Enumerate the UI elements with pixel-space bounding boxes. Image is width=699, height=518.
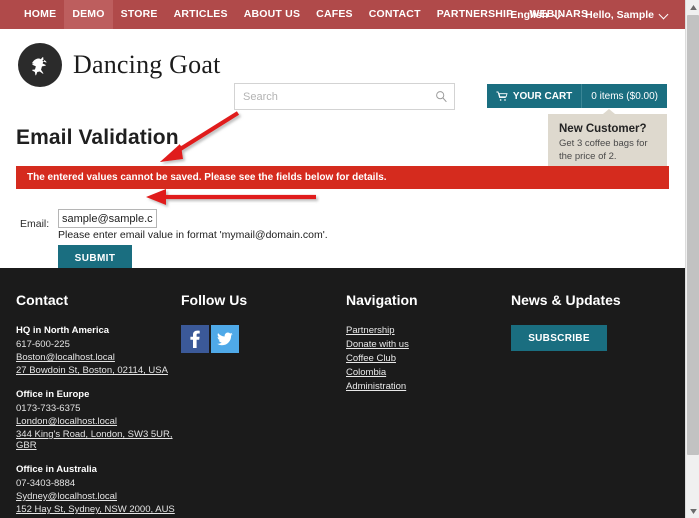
office-block: Office in Europe 0173-733-6375 London@lo… (16, 389, 181, 451)
nav-item-about-us[interactable]: ABOUT US (236, 0, 308, 29)
search-icon (435, 91, 447, 103)
subscribe-button[interactable]: SUBSCRIBE (511, 325, 607, 351)
form-error-banner: The entered values cannot be saved. Plea… (16, 166, 669, 189)
office-address-link[interactable]: 344 King's Road, London, SW3 5UR, GBR (16, 429, 181, 451)
chevron-down-icon (554, 10, 563, 19)
main-menu: HOME DEMO STORE ARTICLES ABOUT US CAFES … (16, 0, 596, 29)
office-name: Office in Europe (16, 389, 90, 400)
office-address-link[interactable]: 27 Bowdoin St, Boston, 02114, USA (16, 365, 181, 376)
top-bar-right: English Hello, Sample (510, 0, 669, 29)
site-logo[interactable]: Dancing Goat (18, 43, 221, 87)
facebook-icon[interactable] (181, 325, 209, 353)
main-content: Email Validation The entered values cann… (0, 126, 685, 279)
search-box (234, 83, 455, 110)
footer-link-colombia[interactable]: Colombia (346, 367, 511, 378)
nav-item-demo[interactable]: DEMO (64, 0, 113, 29)
office-phone: 07-3403-8884 (16, 478, 76, 489)
cart-summary-text: 0 items ($0.00) (591, 90, 658, 102)
brand-name: Dancing Goat (73, 50, 221, 79)
office-address-link[interactable]: 152 Hay St, Sydney, NSW 2000, AUS (16, 504, 181, 515)
cart-button[interactable]: YOUR CART (487, 84, 583, 108)
office-name: HQ in North America (16, 325, 110, 336)
scroll-down-arrow-icon[interactable] (686, 504, 699, 518)
email-field-label: Email: (20, 218, 50, 230)
footer-link-coffee-club[interactable]: Coffee Club (346, 353, 511, 364)
footer-navigation-column: Navigation Partnership Donate with us Co… (346, 292, 511, 518)
footer-contact-heading: Contact (16, 292, 69, 308)
search-button[interactable] (428, 84, 454, 109)
nav-item-articles[interactable]: ARTICLES (166, 0, 236, 29)
top-navigation-bar: HOME DEMO STORE ARTICLES ABOUT US CAFES … (0, 0, 685, 29)
account-menu[interactable]: Hello, Sample (585, 9, 669, 21)
office-email-link[interactable]: Boston@localhost.local (16, 352, 181, 363)
footer-contact-column: Contact HQ in North America 617-600-225 … (16, 292, 181, 518)
scroll-up-arrow-icon[interactable] (686, 0, 699, 14)
site-header: Dancing Goat YOUR CART (0, 29, 685, 175)
page-title: Email Validation (16, 126, 179, 149)
email-input[interactable] (58, 209, 157, 228)
vertical-scrollbar[interactable] (685, 0, 699, 518)
footer-navigation-links: Partnership Donate with us Coffee Club C… (346, 325, 511, 392)
nav-item-store[interactable]: STORE (113, 0, 166, 29)
footer-news-column: News & Updates SUBSCRIBE (511, 292, 681, 518)
social-links (181, 325, 346, 353)
cart-bar[interactable]: YOUR CART 0 items ($0.00) (486, 84, 667, 108)
shopping-cart-icon (496, 91, 508, 101)
twitter-bird-icon[interactable] (211, 325, 239, 353)
footer-news-heading: News & Updates (511, 292, 621, 308)
scrollbar-thumb[interactable] (687, 15, 699, 455)
footer-link-donate-with-us[interactable]: Donate with us (346, 339, 511, 350)
account-menu-label: Hello, Sample (585, 8, 654, 21)
browser-viewport: HOME DEMO STORE ARTICLES ABOUT US CAFES … (0, 0, 685, 518)
office-email-link[interactable]: London@localhost.local (16, 416, 181, 427)
office-phone: 0173-733-6375 (16, 403, 81, 414)
footer-navigation-heading: Navigation (346, 292, 418, 308)
footer-follow-heading: Follow Us (181, 292, 248, 308)
office-block: HQ in North America 617-600-225 Boston@l… (16, 325, 181, 376)
nav-item-cafes[interactable]: CAFES (308, 0, 361, 29)
site-footer: Contact HQ in North America 617-600-225 … (0, 268, 685, 518)
chevron-down-icon (660, 10, 669, 19)
footer-follow-column: Follow Us (181, 292, 346, 518)
nav-item-partnership[interactable]: PARTNERSHIP (429, 0, 522, 29)
office-name: Office in Australia (16, 464, 97, 475)
office-email-link[interactable]: Sydney@localhost.local (16, 491, 181, 502)
language-selector[interactable]: English (510, 9, 563, 21)
search-input[interactable] (235, 90, 428, 103)
office-block: Office in Australia 07-3403-8884 Sydney@… (16, 464, 181, 515)
footer-link-partnership[interactable]: Partnership (346, 325, 511, 336)
nav-item-home[interactable]: HOME (16, 0, 64, 29)
office-phone: 617-600-225 (16, 339, 70, 350)
nav-item-contact[interactable]: CONTACT (361, 0, 429, 29)
cart-label: YOUR CART (512, 90, 573, 102)
language-selector-label: English (510, 8, 549, 21)
email-field-error: Please enter email value in format 'myma… (58, 229, 328, 241)
goat-logo-icon (18, 43, 62, 87)
form-error-banner-text: The entered values cannot be saved. Plea… (27, 172, 387, 183)
footer-link-administration[interactable]: Administration (346, 381, 511, 392)
cart-summary[interactable]: 0 items ($0.00) (582, 84, 667, 108)
